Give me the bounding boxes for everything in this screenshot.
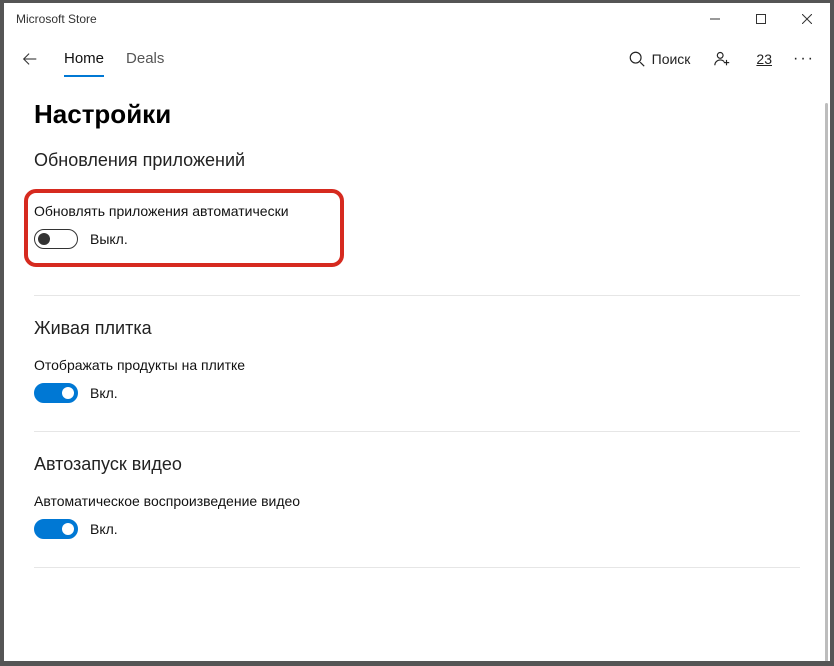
minimize-icon — [710, 14, 720, 24]
autoplay-toggle[interactable] — [34, 519, 78, 539]
setting-label: Обновлять приложения автоматически — [34, 203, 328, 219]
top-nav: Home Deals Поиск — [4, 35, 830, 83]
tab-deals[interactable]: Deals — [126, 42, 164, 77]
toggle-state-label: Выкл. — [90, 231, 128, 247]
toggle-row: Выкл. — [34, 229, 328, 249]
top-actions: Поиск 23 ··· — [628, 43, 820, 75]
search-button[interactable]: Поиск — [628, 50, 691, 68]
live-tile-toggle[interactable] — [34, 383, 78, 403]
nav-tabs: Home Deals — [64, 42, 164, 77]
close-icon — [802, 14, 812, 24]
close-button[interactable] — [784, 3, 830, 35]
toggle-row: Вкл. — [34, 519, 800, 539]
toggle-knob — [38, 233, 50, 245]
tab-label: Home — [64, 50, 104, 67]
person-add-icon — [713, 50, 731, 68]
maximize-icon — [756, 14, 766, 24]
titlebar: Microsoft Store — [4, 3, 830, 35]
page-title: Настройки — [34, 99, 800, 130]
setting-label: Автоматическое воспроизведение видео — [34, 493, 800, 509]
section-app-updates: Обновления приложений Обновлять приложен… — [34, 150, 800, 296]
section-autoplay: Автозапуск видео Автоматическое воспроиз… — [34, 454, 800, 568]
window-controls — [692, 3, 830, 35]
maximize-button[interactable] — [738, 3, 784, 35]
back-button[interactable] — [10, 39, 50, 79]
account-button[interactable] — [706, 43, 738, 75]
downloads-count: 23 — [756, 51, 772, 67]
auto-update-toggle[interactable] — [34, 229, 78, 249]
ellipsis-icon: ··· — [793, 50, 815, 68]
section-title: Автозапуск видео — [34, 454, 800, 475]
tab-label: Deals — [126, 50, 164, 67]
section-title: Живая плитка — [34, 318, 800, 339]
search-label: Поиск — [652, 51, 691, 67]
downloads-button[interactable]: 23 — [754, 51, 772, 67]
toggle-row: Вкл. — [34, 383, 800, 403]
section-title — [34, 590, 800, 604]
toggle-knob — [62, 387, 74, 399]
content-area: Настройки Обновления приложений Обновлят… — [4, 83, 830, 661]
setting-label: Отображать продукты на плитке — [34, 357, 800, 373]
app-window: Microsoft Store Home Deals — [3, 2, 831, 662]
more-button[interactable]: ··· — [788, 43, 820, 75]
toggle-state-label: Вкл. — [90, 385, 118, 401]
section-title: Обновления приложений — [34, 150, 800, 171]
scrollbar[interactable] — [825, 103, 828, 661]
section-cutoff — [34, 590, 800, 604]
minimize-button[interactable] — [692, 3, 738, 35]
back-arrow-icon — [21, 50, 39, 68]
section-live-tile: Живая плитка Отображать продукты на плит… — [34, 318, 800, 432]
window-title: Microsoft Store — [16, 12, 97, 26]
toggle-knob — [62, 523, 74, 535]
search-icon — [628, 50, 646, 68]
toggle-state-label: Вкл. — [90, 521, 118, 537]
tab-home[interactable]: Home — [64, 42, 104, 77]
highlight-annotation: Обновлять приложения автоматически Выкл. — [24, 189, 344, 267]
settings-content: Настройки Обновления приложений Обновлят… — [4, 83, 830, 604]
